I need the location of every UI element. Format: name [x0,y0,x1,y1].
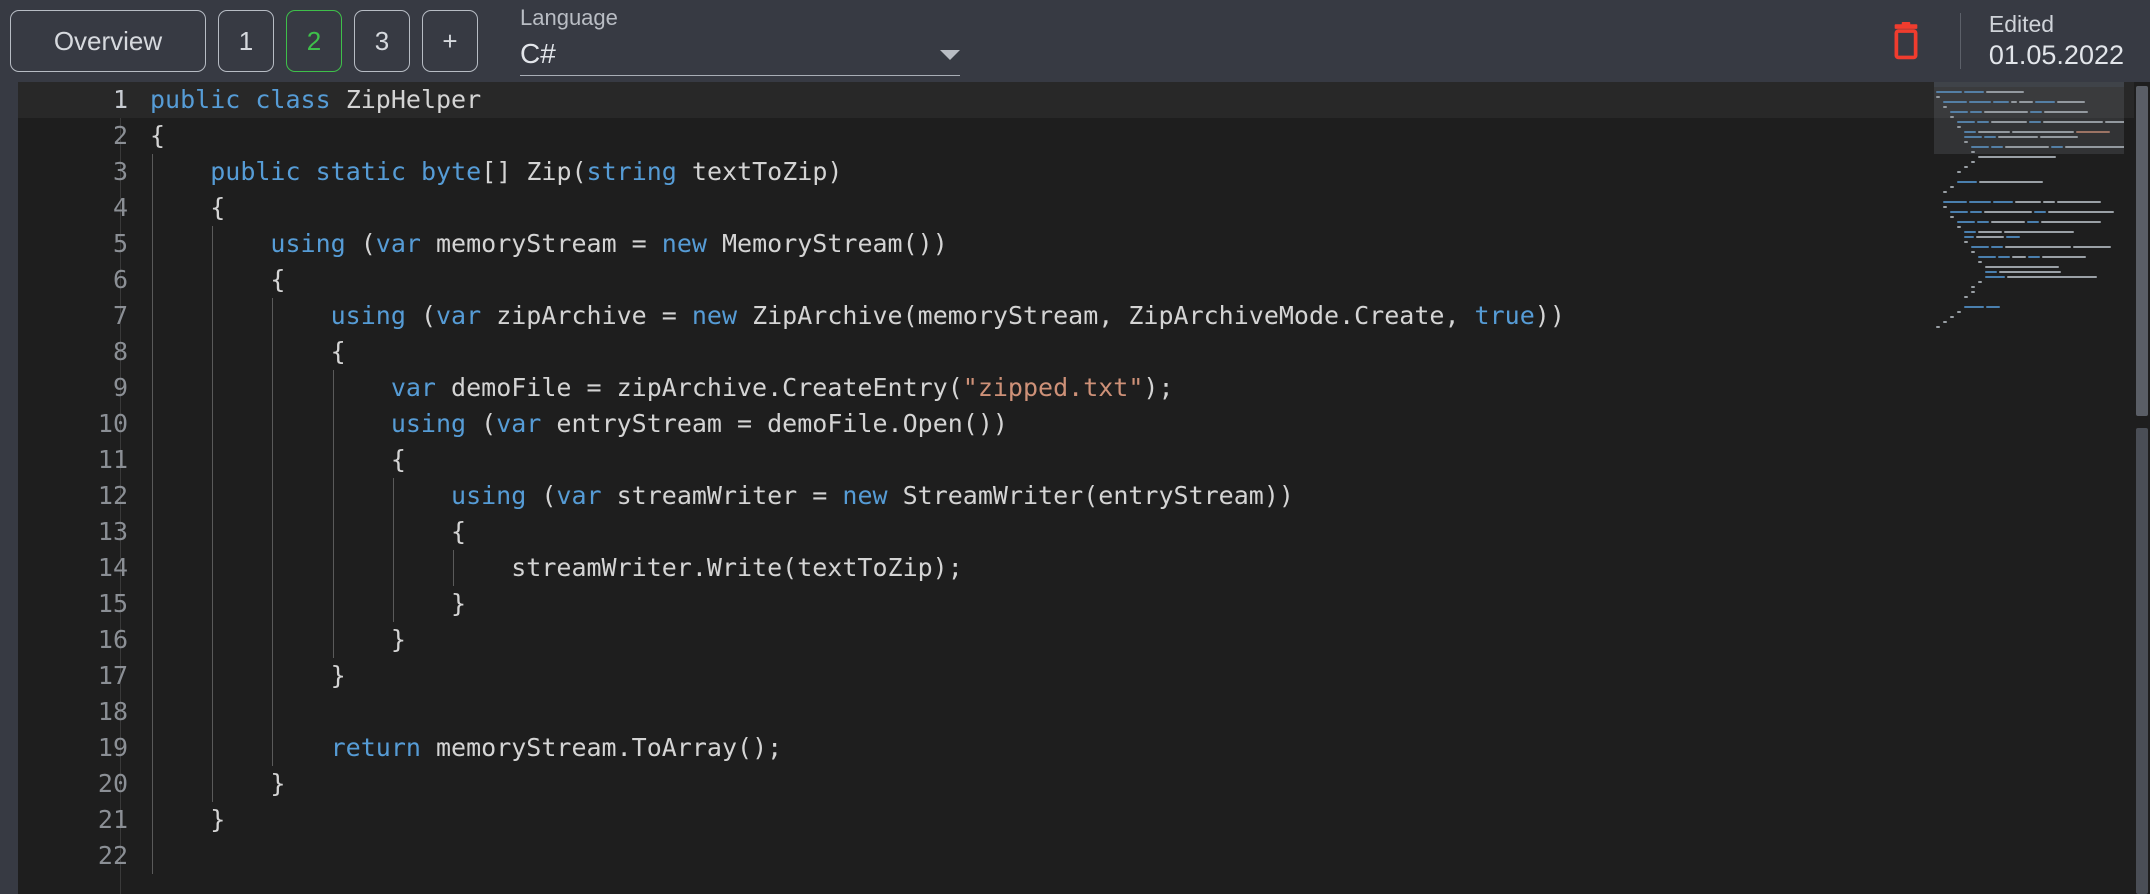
snippet-tab-overview[interactable]: Overview [10,10,206,72]
code-text: using (var streamWriter = new StreamWrit… [451,481,1294,510]
code-text: { [270,265,286,294]
code-line[interactable]: 3 public static byte[] Zip(string textTo… [18,154,2150,190]
line-number: 4 [112,193,128,222]
code-text: public static byte[] Zip(string textToZi… [210,157,843,186]
line-number: 19 [97,733,128,762]
toolbar-divider [1959,13,1961,69]
line-number: 7 [112,301,128,330]
snippet-tab-group: Overview 1 2 3 + [10,10,478,72]
code-line[interactable]: 18 [18,694,2150,730]
code-line[interactable]: 13 { [18,514,2150,550]
scrollbar-thumb-lower[interactable] [2136,428,2148,894]
code-line[interactable]: 7 using (var zipArchive = new ZipArchive… [18,298,2150,334]
line-number: 14 [97,553,128,582]
code-text: var demoFile = zipArchive.CreateEntry("z… [390,373,1174,402]
line-number: 11 [97,445,128,474]
line-number: 1 [112,85,128,114]
code-editor[interactable]: 1 public class ZipHelper 2{3 public static… [0,82,2150,894]
code-line[interactable]: 14 streamWriter.Write(textToZip); [18,550,2150,586]
line-number: 2 [112,121,128,150]
code-text: return memoryStream.ToArray(); [330,733,783,762]
language-selected-value: C# [520,37,556,69]
line-number: 20 [97,769,128,798]
top-toolbar: Overview 1 2 3 + Language C# Edited 01.05.20… [0,0,2150,82]
scrollbar-gap [2136,420,2148,428]
line-number: 6 [112,265,128,294]
code-line[interactable]: 4 { [18,190,2150,226]
code-text: } [210,805,226,834]
line-number: 3 [112,157,128,186]
code-text: } [330,661,346,690]
snippet-tab-label: Overview [53,26,163,56]
delete-snippet-button[interactable] [1878,13,1934,69]
code-lines-container[interactable]: 1 public class ZipHelper 2{3 public static… [18,82,2150,894]
line-number: 22 [97,841,128,870]
snippet-tab-3[interactable]: 3 [354,10,410,72]
code-line[interactable]: 21 } [18,802,2150,838]
edited-info: Edited 01.05.2022 [1989,13,2124,69]
line-number: 8 [112,337,128,366]
line-number: 9 [112,373,128,402]
language-select[interactable]: Language C# [520,2,960,80]
snippet-tab-label: 2 [306,26,322,56]
scrollbar-thumb[interactable] [2136,86,2148,416]
code-line[interactable]: 8 { [18,334,2150,370]
edited-label: Edited [1988,11,2055,37]
edited-date: 01.05.2022 [1988,40,2124,70]
snippet-tab-2[interactable]: 2 [286,10,342,72]
code-text: using (var zipArchive = new ZipArchive(m… [330,301,1565,330]
minimap-viewport-slider[interactable] [1934,82,2124,154]
code-text: { [150,121,166,150]
minimap[interactable] [1934,82,2124,894]
language-label: Language [520,4,618,30]
vertical-scrollbar[interactable] [2134,82,2150,894]
code-text: using (var memoryStream = new MemoryStre… [270,229,948,258]
code-line[interactable]: 22 [18,838,2150,874]
snippet-tab-label: + [442,26,458,56]
code-text: } [270,769,286,798]
code-text: { [390,445,406,474]
code-text: { [451,517,467,546]
line-number: 21 [97,805,128,834]
snippet-tab-label: 3 [374,26,390,56]
code-line[interactable]: 12 using (var streamWriter = new StreamW… [18,478,2150,514]
code-line[interactable]: 6 { [18,262,2150,298]
code-line[interactable]: 5 using (var memoryStream = new MemorySt… [18,226,2150,262]
code-line[interactable]: 17 } [18,658,2150,694]
minimap-line [1934,317,2124,328]
chevron-down-icon[interactable] [940,50,960,60]
language-select-row[interactable]: C# [520,37,960,76]
code-text: } [451,589,467,618]
code-line[interactable]: 9 var demoFile = zipArchive.CreateEntry(… [18,370,2150,406]
code-lines[interactable]: 1 public class ZipHelper 2{3 public static… [18,82,2150,874]
trash-icon [1894,22,1918,60]
toolbar-right-area: Edited 01.05.2022 [1878,0,2150,82]
line-number: 16 [97,625,128,654]
code-line[interactable]: 19 return memoryStream.ToArray(); [18,730,2150,766]
code-line[interactable]: 15 } [18,586,2150,622]
line-number: 13 [97,517,128,546]
editor-left-strip [0,82,18,894]
line-number: 5 [112,229,128,258]
line-number: 12 [97,481,128,510]
code-text: { [210,193,226,222]
line-number: 17 [97,661,128,690]
snippet-tab-1[interactable]: 1 [218,10,274,72]
code-text: { [330,337,346,366]
code-line[interactable]: 20 } [18,766,2150,802]
code-line[interactable]: 10 using (var entryStream = demoFile.Ope… [18,406,2150,442]
code-text: public class ZipHelper [150,85,482,114]
snippet-tab-label: 1 [238,26,254,56]
code-line[interactable]: 11 { [18,442,2150,478]
code-text: streamWriter.Write(textToZip); [511,553,963,582]
code-text: using (var entryStream = demoFile.Open()… [390,409,1008,438]
snippet-tab-add[interactable]: + [422,10,478,72]
code-line[interactable]: 2{ [18,118,2150,154]
code-line[interactable]: 16 } [18,622,2150,658]
line-number: 18 [97,697,128,726]
line-number: 15 [97,589,128,618]
line-number: 10 [97,409,128,438]
code-line[interactable]: 1 public class ZipHelper [18,82,2150,118]
code-text: } [390,625,406,654]
